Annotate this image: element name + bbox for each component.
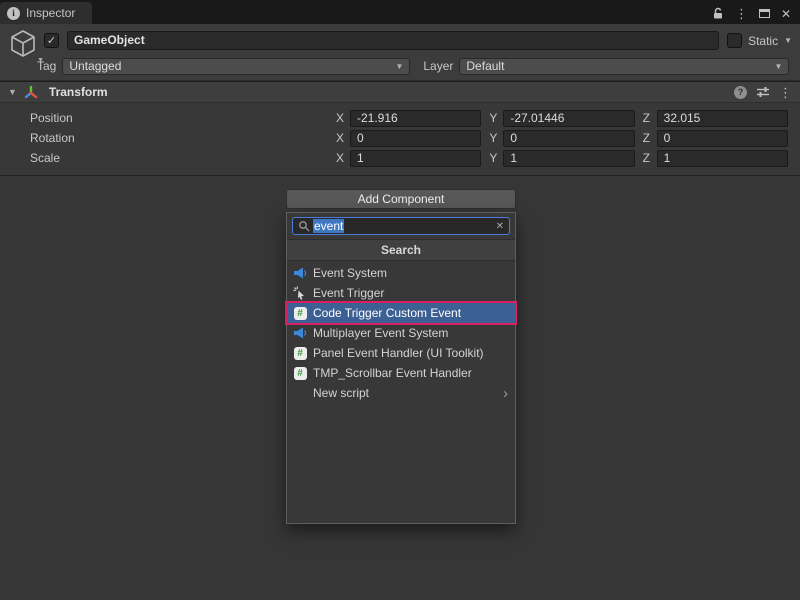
axis-x-label: X	[336, 131, 344, 145]
static-label: Static	[748, 34, 778, 48]
list-item-label: New script	[313, 386, 369, 400]
axis-x-label: X	[336, 111, 344, 125]
csharp-script-icon: #	[293, 346, 307, 360]
active-checkbox[interactable]: ✓	[44, 33, 59, 48]
search-section-header: Search	[287, 239, 515, 261]
maximize-icon[interactable]	[759, 9, 770, 18]
position-z-field[interactable]: 32.015	[657, 110, 788, 127]
tag-dropdown[interactable]: Untagged ▼	[62, 58, 410, 75]
gameobject-header: ▼ ✓ GameObject Static ▼ Tag Untagged ▼ L…	[0, 24, 800, 81]
lock-open-icon[interactable]	[712, 7, 724, 20]
csharp-script-icon: #	[293, 366, 307, 380]
add-component-popup: event ✕ Search Event System	[286, 212, 516, 524]
titlebar: i Inspector ⋮ ✕	[0, 0, 800, 24]
tab-inspector[interactable]: i Inspector	[0, 2, 92, 24]
position-row: Position X -21.916 Y -27.01446 Z 32.015	[0, 108, 800, 128]
csharp-script-icon: #	[293, 306, 307, 320]
scale-label: Scale	[0, 151, 336, 165]
list-item-panel-event-handler[interactable]: # Panel Event Handler (UI Toolkit)	[287, 343, 515, 363]
position-label: Position	[0, 111, 336, 125]
rotation-x-field[interactable]: 0	[350, 130, 481, 147]
scale-z-field[interactable]: 1	[657, 150, 788, 167]
axis-y-label: Y	[489, 111, 497, 125]
position-y-field[interactable]: -27.01446	[503, 110, 634, 127]
tag-label: Tag	[37, 59, 56, 73]
list-item-event-system[interactable]: Event System	[287, 263, 515, 283]
list-item-label: Event Trigger	[313, 286, 384, 300]
list-item-tmp-scrollbar-event-handler[interactable]: # TMP_Scrollbar Event Handler	[287, 363, 515, 383]
search-section-label: Search	[381, 243, 421, 257]
tab-label: Inspector	[26, 6, 75, 20]
help-icon[interactable]: ?	[734, 86, 747, 99]
chevron-down-icon: ▼	[395, 62, 403, 71]
transform-header[interactable]: ▼ Transform ? ⋮	[0, 81, 800, 103]
list-item-multiplayer-event-system[interactable]: Multiplayer Event System	[287, 323, 515, 343]
chevron-down-icon: ▼	[774, 62, 782, 71]
empty-icon-slot	[293, 386, 307, 400]
close-icon[interactable]: ✕	[781, 8, 791, 20]
add-component-button[interactable]: Add Component	[286, 189, 516, 209]
layer-dropdown[interactable]: Default ▼	[459, 58, 789, 75]
axis-y-label: Y	[489, 131, 497, 145]
axis-z-label: Z	[643, 111, 651, 125]
axis-x-label: X	[336, 151, 344, 165]
search-icon	[298, 220, 310, 232]
layer-label: Layer	[423, 59, 453, 73]
search-clear-icon[interactable]: ✕	[496, 221, 504, 232]
list-item-code-trigger-custom-event[interactable]: # Code Trigger Custom Event	[287, 303, 515, 323]
list-item-new-script[interactable]: New script ›	[287, 383, 515, 403]
component-list: Event System Event Trigger # C	[287, 261, 515, 403]
position-x-field[interactable]: -21.916	[350, 110, 481, 127]
list-item-event-trigger[interactable]: Event Trigger	[287, 283, 515, 303]
scale-row: Scale X1 Y1 Z1	[0, 148, 800, 168]
layer-value: Default	[466, 59, 504, 73]
list-item-label: Code Trigger Custom Event	[313, 306, 461, 320]
info-icon: i	[7, 7, 20, 20]
static-dropdown-arrow[interactable]: ▼	[784, 36, 792, 45]
rotation-y-field[interactable]: 0	[503, 130, 634, 147]
list-item-label: TMP_Scrollbar Event Handler	[313, 366, 472, 380]
list-item-label: Multiplayer Event System	[313, 326, 448, 340]
rotation-z-field[interactable]: 0	[657, 130, 788, 147]
foldout-arrow-icon[interactable]: ▼	[8, 87, 17, 97]
scale-x-field[interactable]: 1	[350, 150, 481, 167]
search-input[interactable]: event ✕	[292, 217, 510, 235]
component-title: Transform	[49, 85, 108, 99]
tag-value: Untagged	[69, 59, 121, 73]
transform-icon	[24, 85, 38, 99]
inspector-body: Add Component event ✕ Search	[0, 176, 800, 600]
rotation-label: Rotation	[0, 131, 336, 145]
chevron-right-icon: ›	[503, 386, 508, 401]
search-value: event	[313, 219, 344, 233]
inspector-window: i Inspector ⋮ ✕ ▼ ✓ GameObject	[0, 0, 800, 600]
component-menu-icon[interactable]: ⋮	[779, 86, 792, 99]
scale-y-field[interactable]: 1	[503, 150, 634, 167]
window-menu-icon[interactable]: ⋮	[735, 7, 748, 20]
name-input[interactable]: GameObject	[67, 31, 719, 50]
axis-z-label: Z	[643, 151, 651, 165]
list-item-label: Event System	[313, 266, 387, 280]
event-trigger-icon	[293, 286, 307, 300]
axis-y-label: Y	[489, 151, 497, 165]
list-item-label: Panel Event Handler (UI Toolkit)	[313, 346, 484, 360]
static-checkbox[interactable]	[727, 33, 742, 48]
rotation-row: Rotation X0 Y0 Z0	[0, 128, 800, 148]
presets-icon[interactable]	[756, 86, 770, 98]
transform-body: Position X -21.916 Y -27.01446 Z 32.015 Rot…	[0, 103, 800, 176]
event-system-icon	[293, 266, 307, 280]
event-system-icon	[293, 326, 307, 340]
axis-z-label: Z	[643, 131, 651, 145]
